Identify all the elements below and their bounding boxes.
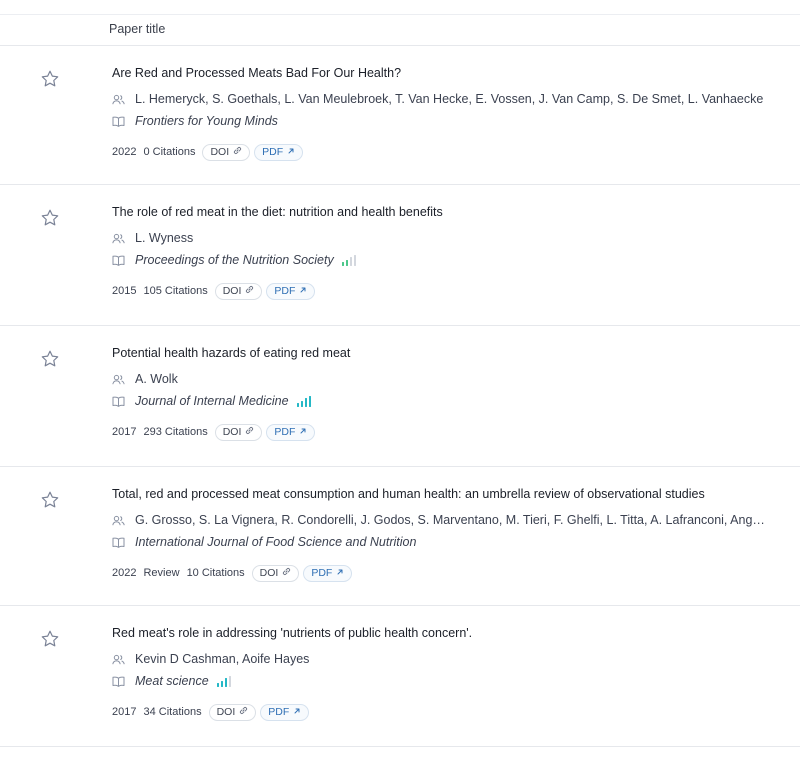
external-arrow-icon (295, 426, 307, 438)
paper-title-link[interactable]: The role of red meat in the diet: nutrit… (112, 205, 443, 219)
paper-title-link[interactable]: Are Red and Processed Meats Bad For Our … (112, 66, 401, 80)
citation-count[interactable]: 293 Citations (143, 426, 207, 438)
publication-year: 2022 (112, 567, 137, 579)
journal-row: Proceedings of the Nutrition Society (112, 252, 358, 268)
paper-title-link[interactable]: Total, red and processed meat consumptio… (112, 487, 705, 501)
doi-button[interactable]: DOI (202, 143, 251, 161)
authors-list[interactable]: G. Grosso, S. La Vignera, R. Condorelli,… (135, 513, 767, 527)
authors-icon (112, 373, 135, 386)
paper-meta-row: 2022 Review 10 Citations DOI PDF (112, 564, 356, 582)
pdf-button[interactable]: PDF (266, 282, 316, 300)
authors-list[interactable]: L. Wyness (135, 231, 193, 245)
paper-meta-row: 2017 293 Citations DOI PDF (112, 423, 319, 441)
journal-row: Journal of Internal Medicine (112, 393, 313, 409)
authors-row: Kevin D Cashman, Aoife Hayes (112, 651, 309, 667)
doi-button[interactable]: DOI (208, 703, 257, 721)
paper-meta-row: 2022 0 Citations DOI PDF (112, 143, 307, 161)
paper-row[interactable]: Total, red and processed meat consumptio… (0, 467, 800, 606)
doi-label: DOI (259, 567, 279, 579)
doi-label: DOI (216, 706, 236, 718)
book-icon (112, 675, 135, 688)
book-icon (112, 395, 135, 408)
pdf-label: PDF (268, 706, 290, 718)
doi-label: DOI (210, 146, 230, 158)
pdf-button[interactable]: PDF (260, 703, 310, 721)
link-icon (278, 567, 291, 579)
column-header-paper-title: Paper title (109, 22, 166, 36)
results-table-header: Paper title (0, 15, 800, 46)
book-icon (112, 254, 135, 267)
paper-meta-row: 2017 34 Citations DOI PDF (112, 703, 313, 721)
journal-row: Meat science (112, 673, 233, 689)
pdf-label: PDF (262, 146, 284, 158)
authors-icon (112, 232, 135, 245)
authors-row: L. Hemeryck, S. Goethals, L. Van Meulebr… (112, 91, 763, 107)
paper-title-link[interactable]: Potential health hazards of eating red m… (112, 346, 350, 360)
authors-row: L. Wyness (112, 230, 193, 246)
link-icon (235, 706, 248, 718)
doi-button[interactable]: DOI (214, 282, 263, 300)
publication-year: 2017 (112, 426, 137, 438)
star-icon[interactable] (40, 349, 60, 369)
external-arrow-icon (283, 146, 295, 158)
citation-count[interactable]: 34 Citations (143, 706, 201, 718)
paper-row[interactable]: Red meat's role in addressing 'nutrients… (0, 606, 800, 747)
journal-name[interactable]: International Journal of Food Science an… (135, 535, 416, 549)
external-arrow-icon (332, 567, 344, 579)
paper-row[interactable]: Are Red and Processed Meats Bad For Our … (0, 46, 800, 185)
publication-year: 2017 (112, 706, 137, 718)
star-icon[interactable] (40, 208, 60, 228)
citation-count[interactable]: 0 Citations (143, 146, 195, 158)
external-arrow-icon (289, 706, 301, 718)
journal-name[interactable]: Proceedings of the Nutrition Society (135, 253, 334, 267)
paper-row[interactable]: Potential health hazards of eating red m… (0, 326, 800, 467)
link-icon (229, 146, 242, 158)
link-icon (241, 426, 254, 438)
pdf-label: PDF (274, 426, 296, 438)
authors-icon (112, 514, 135, 527)
publication-year: 2022 (112, 146, 137, 158)
authors-icon (112, 653, 135, 666)
publication-year: 2015 (112, 285, 137, 297)
journal-name[interactable]: Meat science (135, 674, 209, 688)
citation-count[interactable]: 10 Citations (187, 567, 245, 579)
book-icon (112, 536, 135, 549)
paper-row[interactable]: The role of red meat in the diet: nutrit… (0, 185, 800, 326)
pdf-button[interactable]: PDF (254, 143, 304, 161)
journal-row: Frontiers for Young Minds (112, 113, 278, 129)
citation-count[interactable]: 105 Citations (143, 285, 207, 297)
star-icon[interactable] (40, 490, 60, 510)
journal-name[interactable]: Journal of Internal Medicine (135, 394, 289, 408)
paper-meta-row: 2015 105 Citations DOI PDF (112, 282, 319, 300)
journal-ranking-icon (216, 675, 233, 687)
star-icon[interactable] (40, 629, 60, 649)
journal-ranking-icon (296, 395, 313, 407)
journal-name[interactable]: Frontiers for Young Minds (135, 114, 278, 128)
book-icon (112, 115, 135, 128)
pdf-label: PDF (274, 285, 296, 297)
authors-list[interactable]: L. Hemeryck, S. Goethals, L. Van Meulebr… (135, 92, 763, 106)
journal-row: International Journal of Food Science an… (112, 534, 416, 550)
doi-button[interactable]: DOI (214, 423, 263, 441)
pdf-button[interactable]: PDF (266, 423, 316, 441)
link-icon (241, 285, 254, 297)
doi-label: DOI (222, 285, 242, 297)
doi-button[interactable]: DOI (251, 564, 300, 582)
authors-row: A. Wolk (112, 371, 178, 387)
journal-ranking-icon (341, 254, 358, 266)
external-arrow-icon (295, 285, 307, 297)
authors-row: G. Grosso, S. La Vignera, R. Condorelli,… (112, 512, 767, 528)
paper-title-link[interactable]: Red meat's role in addressing 'nutrients… (112, 626, 472, 640)
star-icon[interactable] (40, 69, 60, 89)
authors-list[interactable]: A. Wolk (135, 372, 178, 386)
authors-icon (112, 93, 135, 106)
doi-label: DOI (222, 426, 242, 438)
pdf-button[interactable]: PDF (303, 564, 353, 582)
pdf-label: PDF (311, 567, 333, 579)
authors-list[interactable]: Kevin D Cashman, Aoife Hayes (135, 652, 309, 666)
paper-type-label: Review (143, 567, 180, 579)
